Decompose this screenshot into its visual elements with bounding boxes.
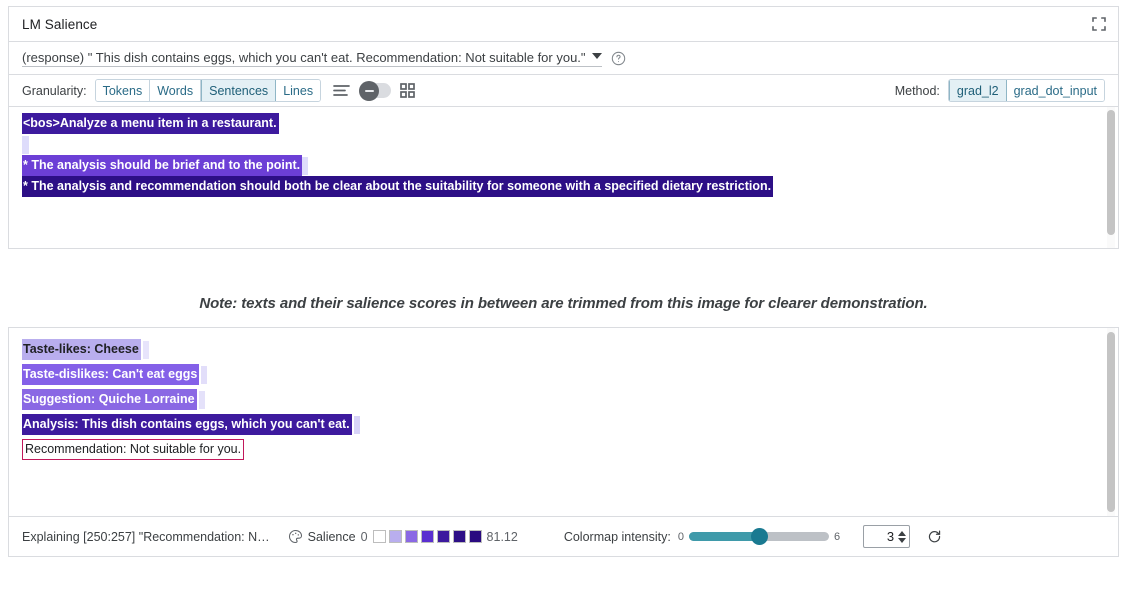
salience-segment[interactable]: Taste-likes: Cheese (22, 339, 141, 360)
salience-segment-selected[interactable]: Recommendation: Not suitable for you. (22, 439, 244, 460)
colormap-swatch (437, 530, 450, 543)
colormap-swatch (469, 530, 482, 543)
colormap-swatch (373, 530, 386, 543)
slider-min-label: 0 (678, 531, 684, 543)
scrollbar-vertical-top[interactable] (1107, 107, 1115, 248)
salience-lines-top: <bos>Analyze a menu item in a restaurant… (9, 107, 1118, 203)
intensity-number-value: 3 (872, 529, 894, 544)
scrollbar-thumb[interactable] (1107, 110, 1115, 235)
slider-fill (689, 532, 759, 541)
method-option-grad-dot-input[interactable]: grad_dot_input (1007, 80, 1104, 101)
lm-salience-app: LM Salience (response) " This dish conta… (0, 0, 1127, 600)
salience-line[interactable]: * The analysis and recommendation should… (9, 176, 1118, 197)
expand-fullscreen-icon[interactable] (1090, 15, 1108, 33)
response-selector-row: (response) " This dish contains eggs, wh… (9, 42, 1118, 75)
response-select-value: (response) " This dish contains eggs, wh… (22, 50, 586, 65)
granularity-segmented-control: Tokens Words Sentences Lines (95, 79, 321, 102)
salience-footer: Explaining [250:257] "Recommendation: N…… (9, 516, 1118, 556)
salience-segment[interactable]: Taste-dislikes: Can't eat eggs (22, 364, 199, 385)
slider-max-label: 6 (834, 531, 840, 543)
salience-text-panel-top: <bos>Analyze a menu item in a restaurant… (9, 107, 1118, 248)
method-label: Method: (895, 84, 940, 98)
granularity-option-tokens[interactable]: Tokens (96, 80, 151, 101)
method-option-grad-l2[interactable]: grad_l2 (949, 80, 1007, 101)
display-mode-controls (333, 83, 415, 98)
salience-segment-trailing[interactable] (199, 391, 205, 409)
salience-line[interactable]: Analysis: This dish contains eggs, which… (9, 412, 1118, 437)
salience-legend: Salience 0 81.12 (288, 529, 518, 544)
salience-segment-trailing[interactable] (354, 416, 360, 434)
toolbar-row: Granularity: Tokens Words Sentences Line… (9, 75, 1118, 107)
response-select[interactable]: (response) " This dish contains eggs, wh… (22, 50, 602, 67)
text-lines-icon[interactable] (333, 84, 350, 97)
method-controls: Method: grad_l2 grad_dot_input (895, 79, 1105, 102)
salience-segment[interactable]: <bos>Analyze a menu item in a restaurant… (22, 113, 279, 134)
salience-segment[interactable] (22, 136, 29, 154)
scrollbar-vertical-bottom[interactable] (1107, 328, 1115, 516)
salience-legend-label: Salience (308, 530, 356, 544)
method-segmented-control: grad_l2 grad_dot_input (948, 79, 1105, 102)
intensity-slider[interactable] (689, 531, 829, 542)
stepper-arrows-icon[interactable] (898, 531, 906, 543)
minus-toggle-knob (359, 81, 379, 101)
scrollbar-thumb[interactable] (1107, 332, 1115, 512)
salience-min-value: 0 (361, 530, 368, 544)
salience-display-toggle[interactable] (359, 83, 391, 98)
salience-module-bottom: Taste-likes: Cheese Taste-dislikes: Can'… (8, 327, 1119, 557)
salience-line[interactable] (9, 134, 1118, 155)
colormap-intensity-control: Colormap intensity: 0 6 3 (564, 525, 942, 548)
granularity-option-words[interactable]: Words (150, 80, 201, 101)
salience-line[interactable]: * The analysis should be brief and to th… (9, 155, 1118, 176)
palette-icon[interactable] (288, 529, 303, 544)
colormap-swatches (373, 530, 482, 543)
colormap-swatch (453, 530, 466, 543)
reset-circular-arrow-icon[interactable] (917, 529, 942, 544)
colormap-swatch (389, 530, 402, 543)
colormap-swatch (421, 530, 434, 543)
salience-segment[interactable]: Suggestion: Quiche Lorraine (22, 389, 197, 410)
salience-module-top: LM Salience (response) " This dish conta… (8, 6, 1119, 249)
granularity-controls: Granularity: Tokens Words Sentences Line… (22, 79, 415, 102)
intensity-number-input[interactable]: 3 (863, 525, 910, 548)
salience-line[interactable]: Taste-likes: Cheese (9, 337, 1118, 362)
salience-line[interactable]: Taste-dislikes: Can't eat eggs (9, 362, 1118, 387)
colormap-intensity-label: Colormap intensity: (564, 530, 671, 544)
salience-max-value: 81.12 (487, 530, 518, 544)
salience-segment-trailing[interactable] (143, 341, 149, 359)
page-title: LM Salience (22, 17, 97, 32)
slider-thumb[interactable] (751, 528, 768, 545)
salience-segment-trailing[interactable] (302, 157, 308, 175)
granularity-option-sentences[interactable]: Sentences (201, 80, 276, 101)
stepper-down-icon[interactable] (898, 538, 906, 543)
granularity-option-lines[interactable]: Lines (276, 80, 320, 101)
salience-line[interactable]: Recommendation: Not suitable for you. (9, 437, 1118, 462)
trim-note: Note: texts and their salience scores in… (8, 295, 1119, 312)
grid-view-icon[interactable] (400, 83, 415, 98)
chevron-down-icon (592, 53, 602, 59)
stepper-up-icon[interactable] (898, 531, 906, 536)
granularity-label: Granularity: (22, 84, 87, 98)
help-circle-icon[interactable] (611, 51, 626, 66)
salience-segment[interactable]: Analysis: This dish contains eggs, which… (22, 414, 352, 435)
salience-text-panel-bottom: Taste-likes: Cheese Taste-dislikes: Can'… (9, 328, 1118, 516)
intensity-slider-wrap: 0 6 (678, 531, 840, 543)
salience-segment-trailing[interactable] (201, 366, 207, 384)
salience-segment[interactable]: * The analysis should be brief and to th… (22, 155, 302, 176)
salience-lines-bottom: Taste-likes: Cheese Taste-dislikes: Can'… (9, 328, 1118, 468)
explaining-status: Explaining [250:257] "Recommendation: N… (22, 530, 270, 544)
colormap-swatch (405, 530, 418, 543)
salience-line[interactable]: Suggestion: Quiche Lorraine (9, 387, 1118, 412)
salience-segment[interactable]: * The analysis and recommendation should… (22, 176, 773, 197)
salience-line[interactable]: <bos>Analyze a menu item in a restaurant… (9, 113, 1118, 134)
module-title-bar: LM Salience (9, 7, 1118, 42)
